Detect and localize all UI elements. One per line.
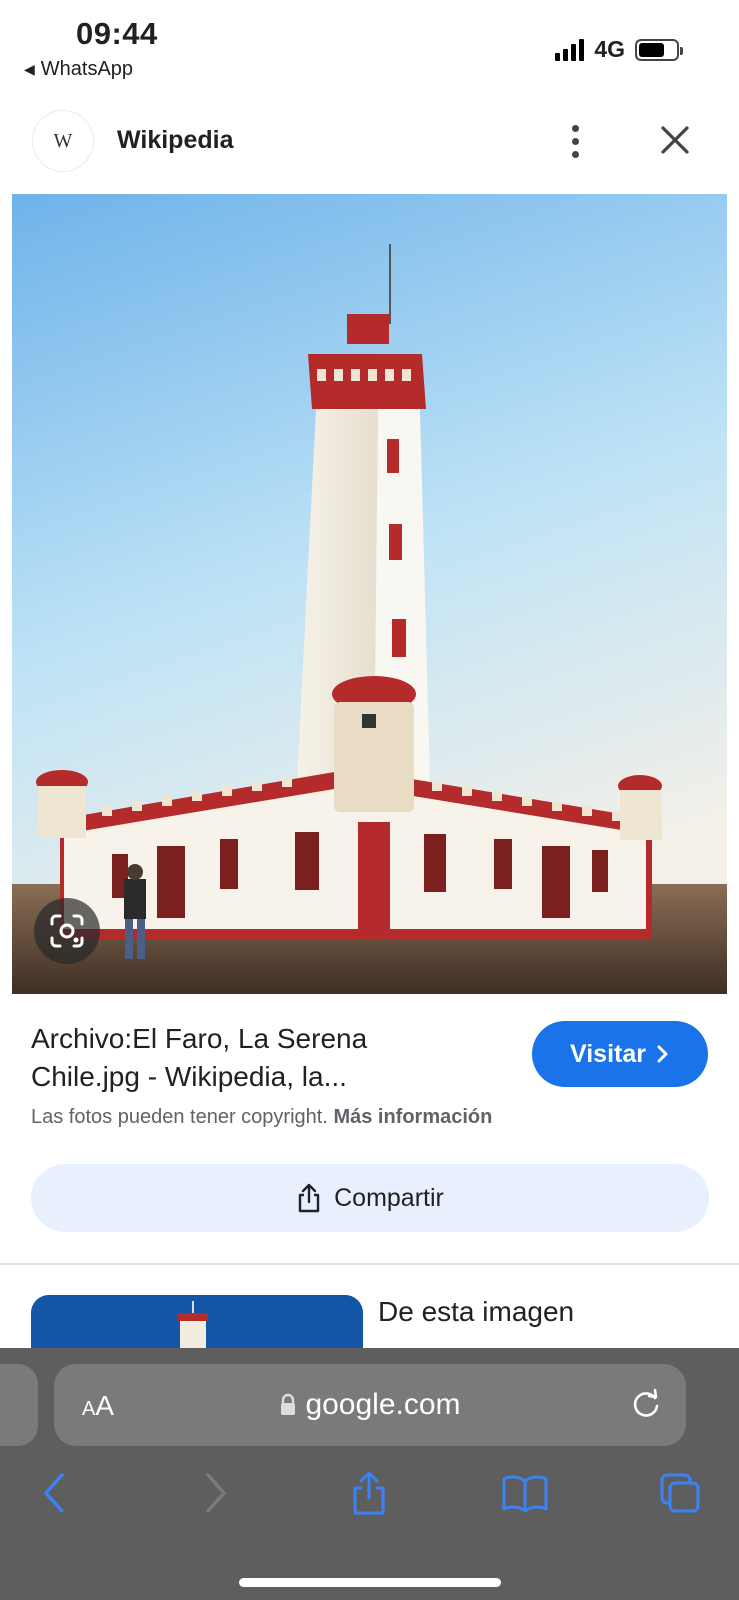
back-app-label: WhatsApp [40, 58, 134, 80]
section-divider [0, 1263, 739, 1265]
share-icon[interactable] [344, 1468, 394, 1518]
result-title-line1: Archivo:El Faro, La Serena [31, 1023, 368, 1054]
result-image[interactable] [12, 194, 727, 994]
chevron-right-icon[interactable] [190, 1468, 240, 1518]
chevron-right-icon [657, 1045, 668, 1063]
copyright-text: Las fotos pueden tener copyright. [31, 1106, 328, 1128]
lock-icon [281, 1393, 296, 1415]
reload-icon[interactable] [628, 1386, 664, 1422]
result-title-line2: Chile.jpg - Wikipedia, la... [31, 1061, 347, 1092]
address-bar[interactable]: AA google.com [54, 1364, 686, 1446]
result-title[interactable]: Archivo:El Faro, La Serena Chile.jpg - W… [31, 1020, 501, 1096]
signal-icon [555, 38, 585, 61]
share-button[interactable]: Compartir [31, 1164, 709, 1232]
battery-icon [635, 38, 683, 61]
visit-button[interactable]: Visitar [532, 1021, 708, 1087]
previous-tab-peek[interactable] [0, 1364, 38, 1446]
google-lens-icon[interactable] [34, 898, 100, 964]
result-header: W Wikipedia [0, 106, 739, 176]
share-label: Compartir [334, 1183, 444, 1212]
chevron-left-icon[interactable] [30, 1468, 80, 1518]
back-to-app-link[interactable]: ◀ WhatsApp [24, 58, 133, 81]
book-icon[interactable] [500, 1468, 550, 1518]
visit-label: Visitar [570, 1039, 646, 1068]
status-indicators: 4G [555, 36, 683, 63]
copyright-notice: Las fotos pueden tener copyright. Más in… [31, 1106, 492, 1129]
browser-bottom-bar: AA google.com [0, 1348, 739, 1600]
url-display: google.com [54, 1388, 686, 1422]
tabs-icon[interactable] [655, 1468, 705, 1518]
site-name[interactable]: Wikipedia [117, 126, 233, 155]
home-indicator [239, 1578, 501, 1587]
network-type: 4G [594, 36, 625, 62]
more-vert-icon[interactable] [562, 118, 588, 164]
related-image-thumbnail[interactable] [31, 1295, 363, 1355]
url-text: google.com [305, 1388, 461, 1421]
browser-toolbar [0, 1468, 739, 1528]
share-icon [298, 1183, 320, 1213]
close-icon[interactable] [655, 120, 695, 160]
from-this-image-heading: De esta imagen [378, 1296, 575, 1327]
more-info-link[interactable]: Más información [333, 1106, 492, 1128]
status-bar: 09:44 ◀ WhatsApp 4G [0, 0, 739, 100]
wikipedia-logo: W [32, 110, 94, 172]
status-time: 09:44 [76, 16, 158, 51]
back-triangle-icon: ◀ [24, 61, 35, 77]
